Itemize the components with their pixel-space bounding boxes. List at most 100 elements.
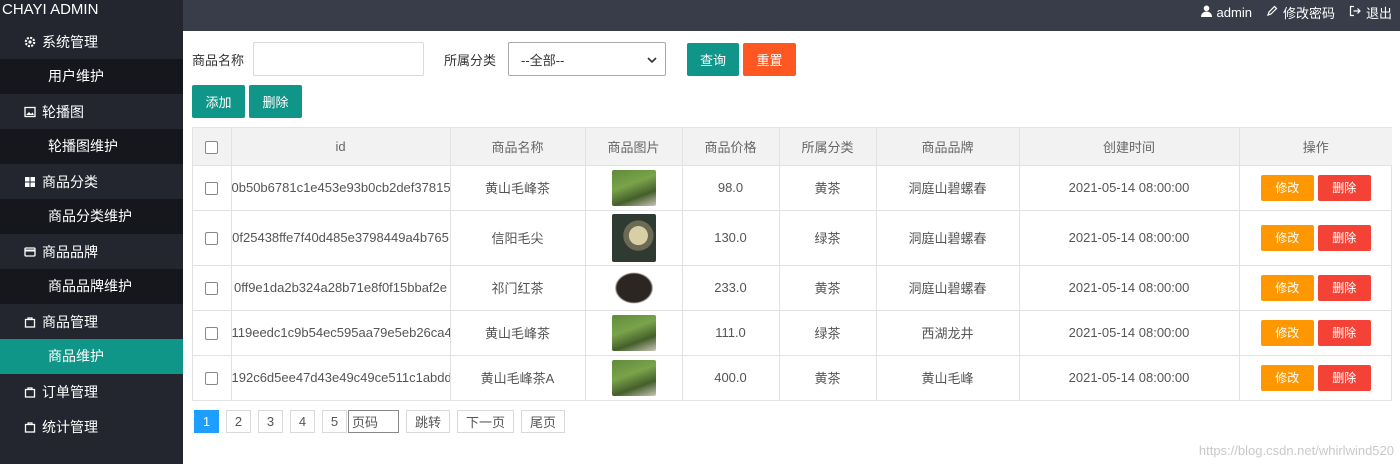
cell-price: 233.0 [682,265,780,311]
sidebar-item-goods[interactable]: 商品维护 [0,339,183,374]
cell-image [585,355,683,400]
logout-link[interactable]: 退出 [1349,3,1392,22]
column-header: 商品图片 [585,128,683,166]
cell-id: 0ff9e1da2b324a28b71e8f0f15bbaf2e [231,265,451,311]
sidebar-group-stats[interactable]: 统计管理 [0,409,183,444]
search-bar: 商品名称 所属分类 --全部-- 查询 重置 [192,42,797,76]
sidebar-group-orders[interactable]: 订单管理 [0,374,183,409]
sidebar-group-goods[interactable]: 商品管理 [0,304,183,339]
column-header: 所属分类 [779,128,877,166]
cell-brand: 黄山毛峰 [876,355,1020,400]
edit-button[interactable]: 修改 [1260,319,1314,346]
page-button[interactable]: 1 [194,410,219,433]
topbar: admin 修改密码 退出 [183,0,1400,31]
table-row: 0f25438ffe7f40d485e3798449a4b765 信阳毛尖 13… [193,210,1392,266]
row-select-cell [193,355,232,400]
cell-actions: 修改 删除 [1239,210,1392,266]
delete-button[interactable]: 删除 [1317,364,1371,391]
column-header: 商品名称 [450,128,586,166]
sidebar-group-brand[interactable]: 商品品牌 [0,234,183,269]
query-button[interactable]: 查询 [687,42,740,76]
edit-button[interactable]: 修改 [1260,224,1314,251]
last-page-button[interactable]: 尾页 [521,410,566,433]
page-button[interactable]: 2 [226,410,251,433]
category-select-value: --全部-- [521,52,565,68]
row-checkbox[interactable] [205,327,219,341]
sidebar-item-category[interactable]: 商品分类维护 [0,199,183,234]
cell-created: 2021-05-14 08:00:00 [1019,355,1240,400]
delete-button[interactable]: 删除 [1317,274,1371,301]
page-button[interactable]: 4 [290,410,315,433]
sidebar-item-carousel[interactable]: 轮播图维护 [0,129,183,164]
sidebar-group-category[interactable]: 商品分类 [0,164,183,199]
row-select-cell [193,265,232,311]
cell-id: 119eedc1c9b54ec595aa79e5eb26ca46 [231,310,451,356]
cell-price: 111.0 [682,310,780,356]
row-checkbox[interactable] [205,182,219,196]
delete-button[interactable]: 删除 [1317,224,1371,251]
sidebar-group-system[interactable]: 系统管理 [0,24,183,59]
delete-button[interactable]: 删除 [1317,174,1371,201]
cell-image [585,210,683,266]
sidebar-item-brand[interactable]: 商品品牌维护 [0,269,183,304]
delete-button[interactable]: 删除 [1317,319,1371,346]
page-number-input[interactable]: 页码 [348,410,399,433]
cell-category: 绿茶 [779,310,877,356]
column-header: 操作 [1239,128,1392,166]
reset-button[interactable]: 重置 [743,42,797,76]
brand-logo: CHAYI ADMIN [0,0,183,24]
select-all-checkbox[interactable] [205,140,219,154]
pagination: 1 2 3 4 5 页码 跳转 下一页 尾页 [194,410,566,433]
add-button[interactable]: 添加 [192,85,245,118]
column-header: 商品品牌 [876,128,1020,166]
cell-category: 黄茶 [779,165,877,211]
toolbar: 添加 删除 [192,85,302,118]
select-all-cell [193,128,232,166]
row-checkbox[interactable] [205,282,219,296]
row-checkbox[interactable] [205,372,219,386]
cell-id: 192c6d5ee47d43e49c49ce511c1abdd4 [231,355,451,400]
sidebar-group-carousel[interactable]: 轮播图 [0,94,183,129]
table-row: 119eedc1c9b54ec595aa79e5eb26ca46 黄山毛峰茶 1… [193,310,1392,356]
column-header: 创建时间 [1019,128,1240,166]
sidebar: CHAYI ADMIN 系统管理 用户维护 轮播图 轮播图维护 商品分类 商品分… [0,0,183,464]
cell-id: 0f25438ffe7f40d485e3798449a4b765 [231,210,451,266]
sidebar-group-label: 统计管理 [42,418,98,435]
edit-button[interactable]: 修改 [1260,274,1314,301]
sidebar-group-label: 轮播图 [42,103,84,120]
sidebar-nav: 系统管理 用户维护 轮播图 轮播图维护 商品分类 商品分类维护 商品品牌 商品品… [0,24,183,444]
page-button[interactable]: 5 [322,410,347,433]
sidebar-group-label: 订单管理 [42,383,98,400]
sidebar-item-user[interactable]: 用户维护 [0,59,183,94]
edit-button[interactable]: 修改 [1260,174,1314,201]
batch-delete-button[interactable]: 删除 [249,85,302,118]
product-image [611,359,656,396]
sidebar-group-label: 商品管理 [42,313,98,330]
table-row: 0b50b6781c1e453e93b0cb2def378158 黄山毛峰茶 9… [193,165,1392,211]
table-row: 0ff9e1da2b324a28b71e8f0f15bbaf2e 祁门红茶 23… [193,265,1392,311]
product-image [611,169,656,206]
goods-name-input[interactable] [253,42,425,76]
change-password-link[interactable]: 修改密码 [1266,3,1335,22]
category-select[interactable]: --全部-- [508,42,667,76]
column-header: 商品价格 [682,128,780,166]
product-image [611,269,656,306]
goods-table: id 商品名称 商品图片 商品价格 所属分类 商品品牌 创建时间 操作 0b50… [192,127,1392,401]
row-checkbox[interactable] [205,232,219,246]
gear-icon [24,36,36,48]
bag-icon [24,316,36,328]
edit-button[interactable]: 修改 [1260,364,1314,391]
change-password-label: 修改密码 [1282,5,1335,21]
page-button[interactable]: 3 [258,410,283,433]
user-icon [1200,5,1212,20]
jump-button[interactable]: 跳转 [406,410,451,433]
cell-name: 黄山毛峰茶A [450,355,586,400]
cell-created: 2021-05-14 08:00:00 [1019,310,1240,356]
next-page-button[interactable]: 下一页 [457,410,515,433]
cell-created: 2021-05-14 08:00:00 [1019,210,1240,266]
cell-actions: 修改 删除 [1239,355,1392,400]
user-menu[interactable]: admin [1200,5,1252,20]
product-image [611,213,656,262]
cell-price: 400.0 [682,355,780,400]
bag-icon [24,421,36,433]
